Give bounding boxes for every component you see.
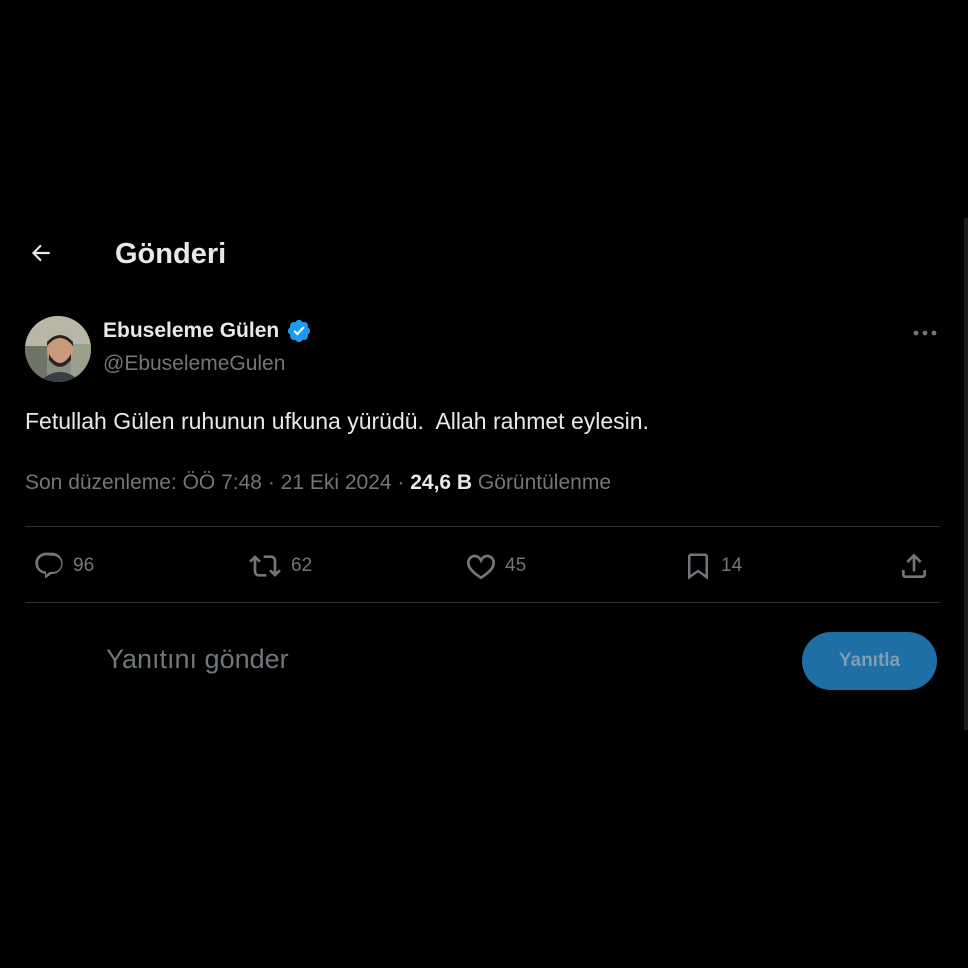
bookmark-icon (683, 550, 713, 582)
like-count: 45 (505, 555, 527, 576)
back-button[interactable] (22, 236, 60, 274)
retweet-action-button[interactable]: 62 (247, 546, 312, 586)
page-title: Gönderi (115, 238, 227, 270)
scrollbar[interactable] (964, 218, 968, 730)
reply-submit-button[interactable]: Yanıtla (802, 632, 937, 690)
retweet-count: 62 (291, 555, 313, 576)
divider (25, 602, 940, 603)
page-header: Gönderi (0, 228, 968, 282)
more-options-button[interactable] (905, 320, 945, 346)
share-action-button[interactable] (898, 546, 930, 586)
verified-badge-icon (286, 318, 312, 344)
views-count: 24,6 B (410, 471, 473, 494)
views-label: Görüntülenme (472, 471, 612, 494)
bookmark-action-button[interactable]: 14 (683, 546, 742, 586)
tweet-meta: Son düzenleme: ÖÖ 7:48 · 21 Eki 2024 · 2… (25, 471, 611, 495)
arrow-left-icon (28, 240, 54, 271)
author-name-text: Ebuseleme Gülen (103, 319, 280, 342)
reply-action-button[interactable]: 96 (33, 546, 94, 586)
more-dots-icon (912, 324, 938, 342)
tweet-text: Fetullah Gülen ruhunun ufkuna yürüdü. Al… (25, 408, 649, 434)
heart-icon (465, 550, 497, 582)
author-handle[interactable]: @EbuselemeGulen (103, 352, 285, 376)
like-action-button[interactable]: 45 (465, 546, 526, 586)
author-name[interactable]: Ebuseleme Gülen (103, 318, 312, 344)
divider (25, 526, 940, 527)
reply-count: 96 (73, 555, 95, 576)
reply-bubble-icon (33, 550, 65, 582)
bookmark-count: 14 (721, 555, 743, 576)
share-upload-icon (898, 550, 930, 582)
edited-timestamp[interactable]: Son düzenleme: ÖÖ 7:48 · 21 Eki 2024 · (25, 471, 410, 494)
retweet-icon (247, 550, 283, 582)
reply-input[interactable]: Yanıtını gönder (106, 644, 289, 675)
avatar[interactable] (25, 316, 91, 382)
